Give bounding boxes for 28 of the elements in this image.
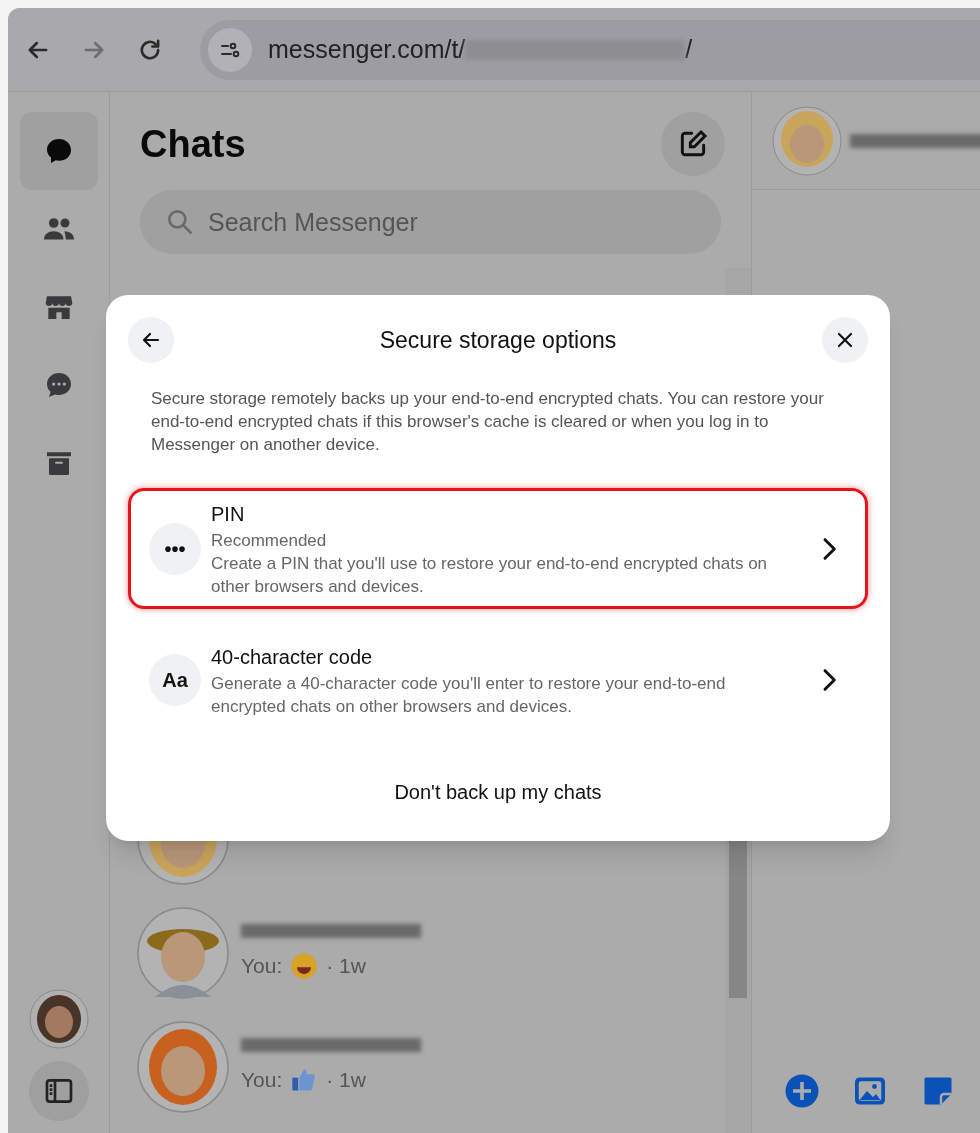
- url-text: messenger.com/t/: [268, 33, 466, 65]
- panel-title: Chats: [140, 121, 246, 167]
- url-text: /: [685, 33, 693, 65]
- option-description: Create a PIN that you'll use to restore your end-to-end encrypted chats on other browsers and devices.: [211, 553, 769, 598]
- laughing-emoji-icon: [290, 952, 319, 980]
- back-button[interactable]: [128, 317, 174, 363]
- option-subtitle: Recommended: [211, 530, 328, 552]
- skip-backup-button[interactable]: Don't back up my chats: [378, 773, 618, 811]
- search-field[interactable]: Search Messenger: [140, 190, 721, 254]
- message-time: · 1w: [326, 1067, 366, 1094]
- message-preview: You:: [241, 1067, 283, 1094]
- avatar: [772, 105, 842, 176]
- option-row[interactable]: ••• PIN Recommended Create a PIN that you'll use to restore your end-to-end encrypted chats on other browsers and devices.: [128, 488, 868, 609]
- avatar: [28, 989, 89, 1049]
- address-bar[interactable]: messenger.com/t/ /: [200, 19, 980, 80]
- plus-icon[interactable]: [784, 1073, 820, 1109]
- option-icon: Aa: [149, 654, 201, 706]
- option-title: PIN: [211, 502, 246, 527]
- option-description: Generate a 40-character code you'll enter to restore your end-to-end encrypted chats on other browsers and devices.: [211, 673, 727, 718]
- close-button[interactable]: [822, 317, 868, 363]
- option-title: 40-character code: [211, 645, 374, 670]
- nav-button[interactable]: [19, 112, 98, 190]
- option-row[interactable]: Aa 40-character code Generate a 40-character code you'll enter to restore your end-to-end encrypted chats on other browsers and devices.: [128, 631, 868, 729]
- description: Secure storage remotely backs up your end-to-end encrypted chats. You can restore your end-to-end encrypted chats if this browser's cache is cleared or when you log in to Messenger on another device.: [150, 388, 825, 456]
- message-preview: You:: [241, 953, 283, 980]
- dialog-title: Secure storage options: [379, 325, 617, 355]
- message-time: · 1w: [326, 953, 366, 980]
- option-icon: •••: [149, 522, 201, 575]
